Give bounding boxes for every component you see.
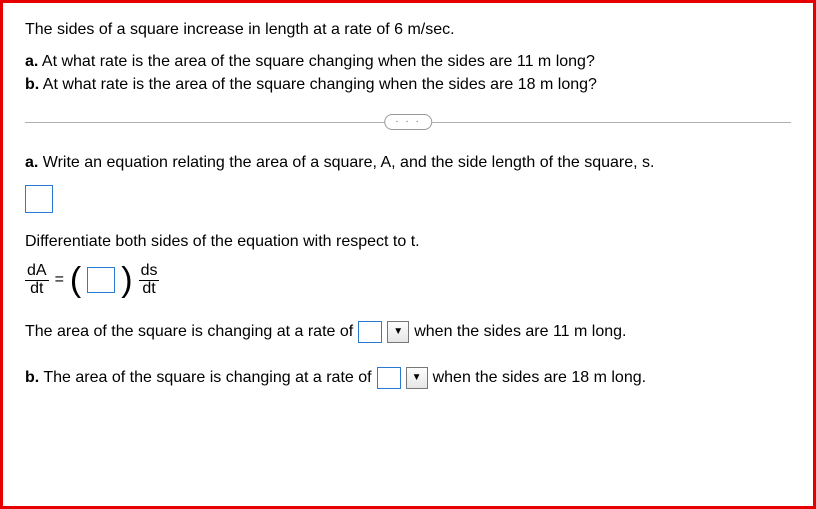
answer-a-input[interactable] [358,321,382,343]
chevron-down-icon: ▼ [412,370,422,385]
question-a-text: At what rate is the area of the square c… [38,53,595,70]
problem-container: The sides of a square increase in length… [0,0,816,509]
answer-a-post: when the sides are 11 m long. [414,320,626,344]
numerator-dA: dA [25,263,49,281]
label-a: a. [25,53,38,70]
left-paren: ( [70,265,81,295]
answer-b-post: when the sides are 18 m long. [433,366,646,390]
answer-b-units-dropdown[interactable]: ▼ [406,367,428,389]
section-divider: · · · [25,114,791,130]
answer-b-line: b. The area of the square is changing at… [25,366,791,390]
numerator-ds: ds [139,263,160,281]
question-a: a. At what rate is the area of the squar… [25,51,791,96]
fraction-ds-dt: ds dt [139,263,160,298]
equals-sign: = [55,271,64,289]
answer-b-label: b. [25,369,39,386]
label-b: b. [25,76,39,93]
fraction-dA-dt: dA dt [25,263,49,298]
ellipsis-icon: · · · [395,117,421,127]
equation-prompt-text: Write an equation relating the area of a… [38,154,654,171]
differentiate-prompt: Differentiate both sides of the equation… [25,231,791,253]
equation-input[interactable] [25,185,53,213]
denominator-dt: dt [25,281,49,298]
equation-prompt: a. Write an equation relating the area o… [25,152,791,174]
divider-handle[interactable]: · · · [384,114,432,130]
work-label-a: a. [25,154,38,171]
question-b-text: At what rate is the area of the square c… [39,76,597,93]
answer-a-units-dropdown[interactable]: ▼ [387,321,409,343]
answer-b-pre: The area of the square is changing at a … [39,369,371,386]
answer-a-line: The area of the square is changing at a … [25,320,791,344]
right-paren: ) [121,265,132,295]
derivative-equation: dA dt = ( ) ds dt [25,263,791,298]
answer-b-prefix: b. The area of the square is changing at… [25,366,372,390]
coefficient-input[interactable] [87,267,115,293]
answer-a-pre: The area of the square is changing at a … [25,320,353,344]
denominator-dt-2: dt [139,281,160,298]
intro-text: The sides of a square increase in length… [25,19,791,41]
answer-b-input[interactable] [377,367,401,389]
chevron-down-icon: ▼ [393,324,403,339]
